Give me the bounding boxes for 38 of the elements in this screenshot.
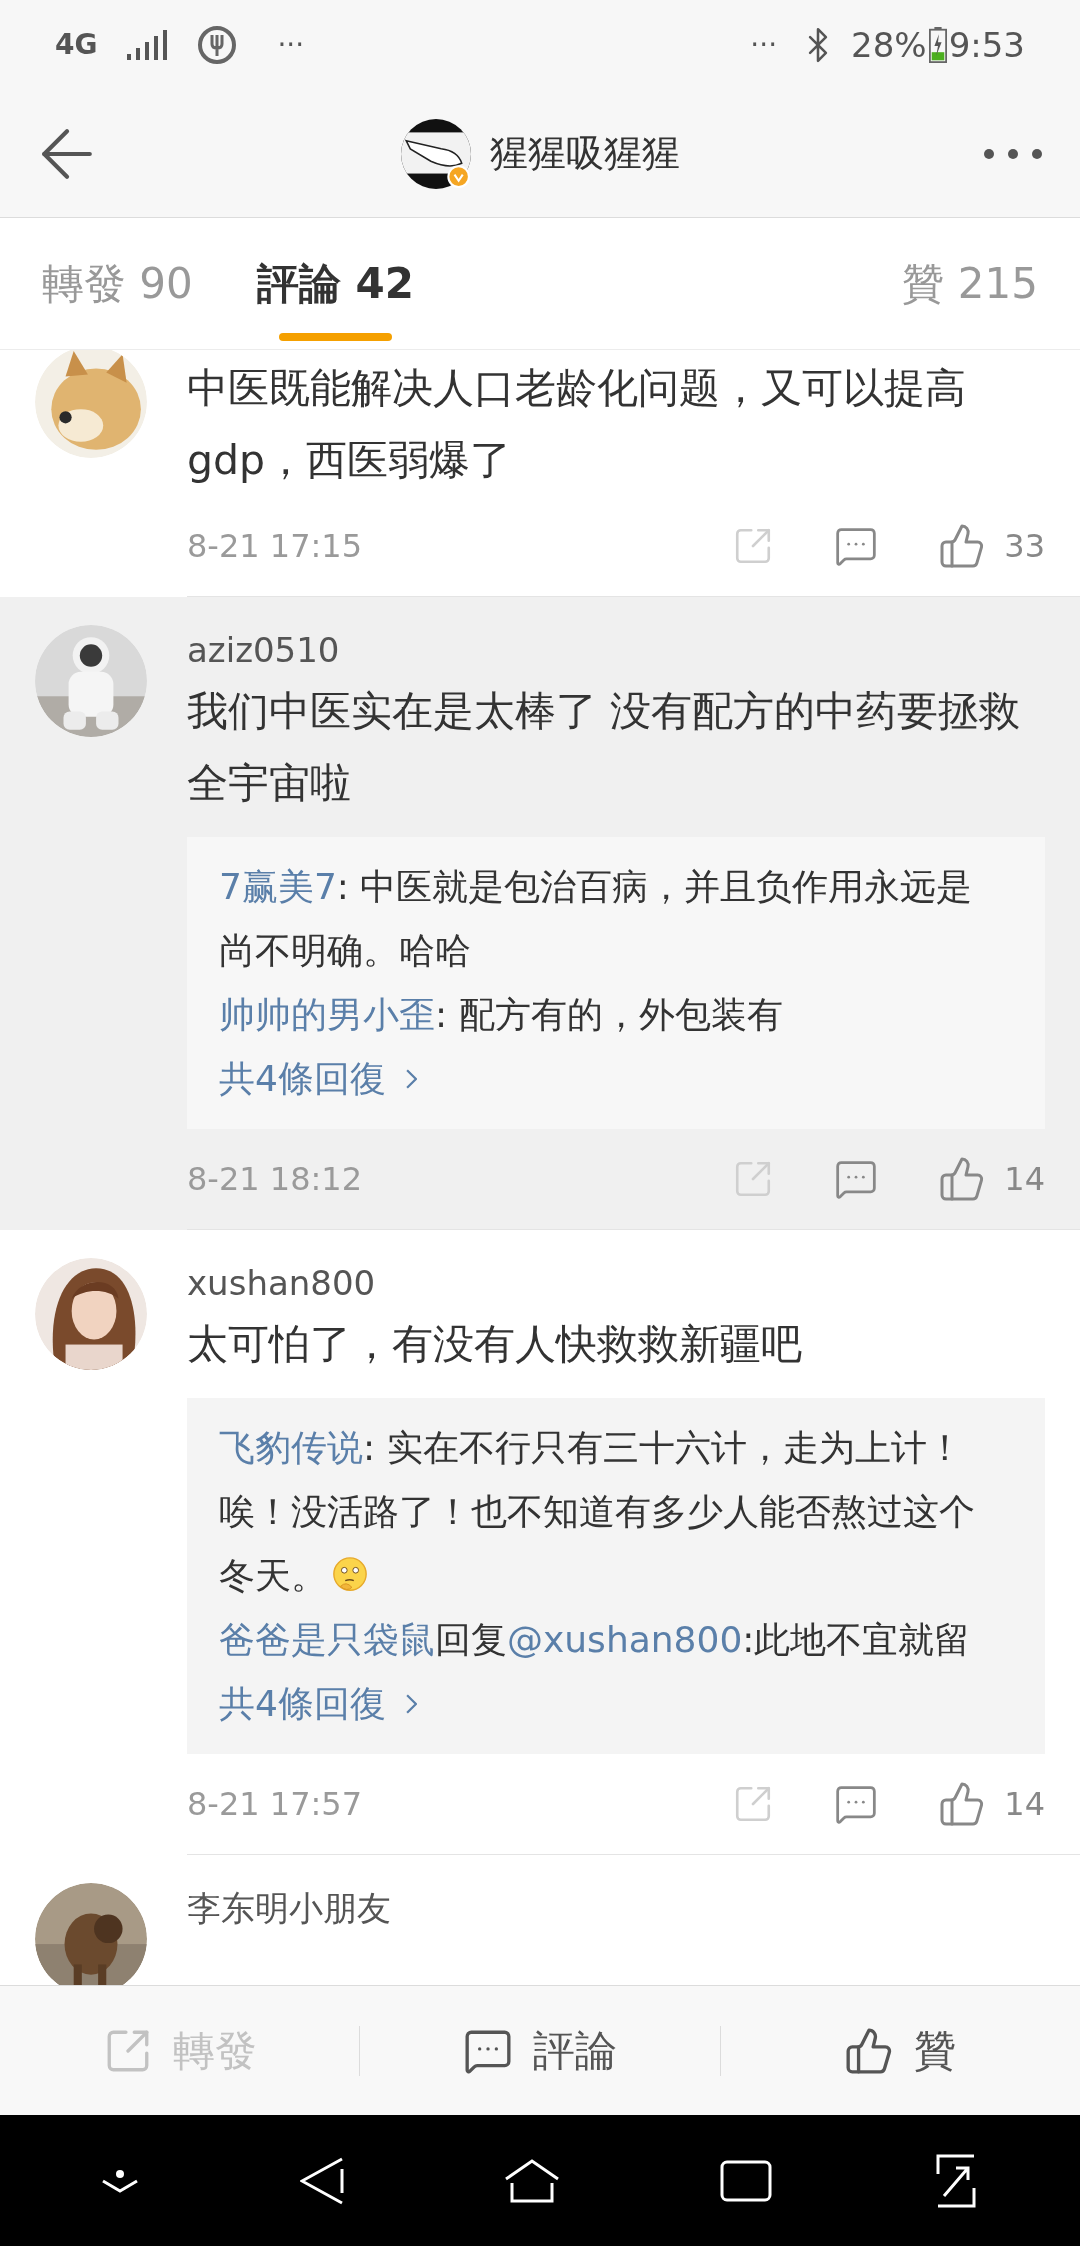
thinking-emoji-icon — [331, 1556, 369, 1594]
comment-date: 8-21 17:57 — [187, 1784, 362, 1825]
more-status-text: ··· — [277, 27, 305, 63]
reply-text: 7赢美7: 中医就是包治百病，并且负作用永远是尚不明确。哈哈 — [219, 865, 974, 973]
reply-text: 帅帅的男小歪: 配方有的，外包装有 — [219, 993, 784, 1037]
comment-date: 8-21 18:12 — [187, 1159, 362, 1200]
comment-text: 中医既能解决人口老龄化问题，又可以提高gdp，西医弱爆了 — [187, 363, 967, 486]
chevron-right-icon — [405, 1694, 417, 1714]
battery-percent: 28% — [851, 23, 927, 67]
network-type: 4G — [55, 27, 98, 63]
clock: 9:53 — [948, 23, 1025, 67]
action-button[interactable]: 贊 — [720, 2019, 1080, 2082]
tab[interactable]: 評論 42 — [256, 218, 414, 349]
battery-icon — [928, 26, 947, 64]
username[interactable]: 李东明小朋友 — [187, 1883, 1045, 1933]
comment-date: 8-21 17:15 — [187, 526, 362, 567]
like-button[interactable]: 33 — [938, 522, 1045, 570]
signal-icon — [127, 30, 168, 60]
more-replies-link[interactable]: 共4條回復 — [219, 1672, 417, 1736]
recent-apps-icon[interactable] — [720, 2159, 772, 2202]
home-nav-icon[interactable] — [504, 2158, 560, 2203]
more-replies-link[interactable]: 共4條回復 — [219, 1047, 417, 1111]
like-button[interactable]: 14 — [938, 1155, 1045, 1203]
username[interactable]: xushan800 — [187, 1258, 1045, 1308]
reply-text: 爸爸是只袋鼠回复@xushan800:此地不宜就留 — [219, 1618, 972, 1662]
chevron-right-icon — [405, 1069, 417, 1089]
header-title: 猩猩吸猩猩 — [490, 130, 680, 177]
reply-text: 飞豹传说: 实在不行只有三十六计，走为上计！唉！没活路了！也不知道有多少人能否熬过这个冬天。 — [219, 1426, 976, 1598]
comment-text: 太可怕了，有没有人快救救新疆吧 — [187, 1319, 803, 1370]
tab[interactable]: 贊 215 — [902, 218, 1038, 349]
fork-icon — [197, 25, 238, 65]
back-nav-icon[interactable] — [300, 2156, 344, 2205]
action-button[interactable]: 評論 — [360, 2019, 720, 2082]
username[interactable]: aziz0510 — [187, 625, 1045, 675]
comment-text: 我们中医实在是太棒了 没有配方的中药要拯救全宇宙啦 — [187, 686, 1022, 809]
tab[interactable]: 轉發 90 — [42, 218, 193, 349]
more-status-text: ··· — [750, 27, 778, 63]
like-button[interactable]: 14 — [938, 1780, 1045, 1828]
